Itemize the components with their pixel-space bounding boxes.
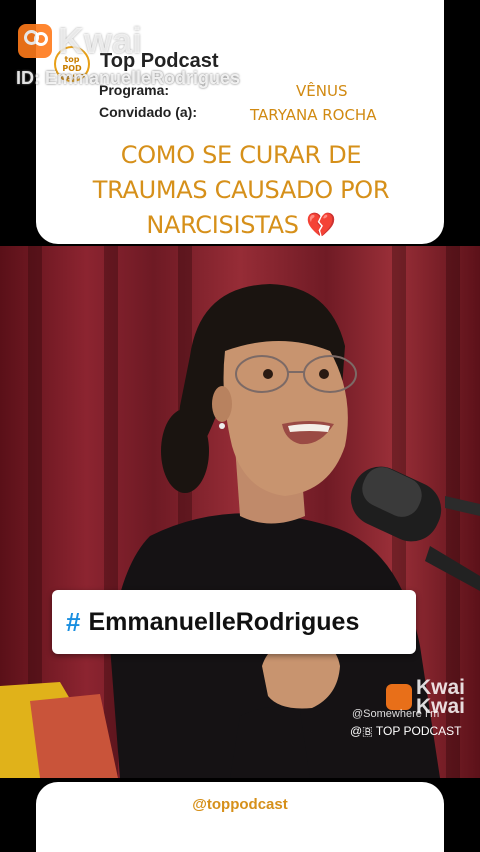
- program-value: VÊNUS: [296, 82, 348, 100]
- footer-card: @toppodcast: [36, 782, 444, 852]
- footer-handle[interactable]: @toppodcast: [36, 796, 444, 813]
- hashtag-text: EmmanuelleRodrigues: [88, 607, 360, 636]
- hashtag-icon: #: [66, 606, 81, 637]
- headline-line-1: COMO SE CURAR DE: [120, 141, 362, 169]
- episode-headline: COMO SE CURAR DE TRAUMAS CAUSADO POR NAR…: [56, 138, 426, 243]
- video-frame[interactable]: Kwai Kwai @Somewhere I'm @🇧 TOP PODCAST: [0, 246, 480, 778]
- hashtag-banner[interactable]: # EmmanuelleRodrigues: [52, 590, 416, 654]
- headline-line-3-text: NARCISISTAS: [146, 211, 299, 239]
- kwai-logo-icon: [18, 24, 52, 58]
- broken-heart-icon: 💔: [306, 211, 336, 239]
- headline-line-2: TRAUMAS CAUSADO POR: [92, 176, 390, 204]
- creator-handle-bottom: @🇧 TOP PODCAST: [350, 724, 462, 738]
- guest-value: TARYANA ROCHA: [250, 106, 377, 124]
- guest-label: Convidado (a):: [99, 104, 197, 120]
- creator-handle-top: @Somewhere I'm: [352, 708, 440, 720]
- headline-line-3: NARCISISTAS 💔: [56, 208, 426, 243]
- creator-id-watermark: ID: EmmanuelleRodrigues: [16, 68, 241, 88]
- kwai-watermark-text: Kwai: [58, 20, 143, 61]
- kwai-logo-icon: [386, 684, 412, 710]
- kwai-watermark: Kwai: [18, 20, 142, 62]
